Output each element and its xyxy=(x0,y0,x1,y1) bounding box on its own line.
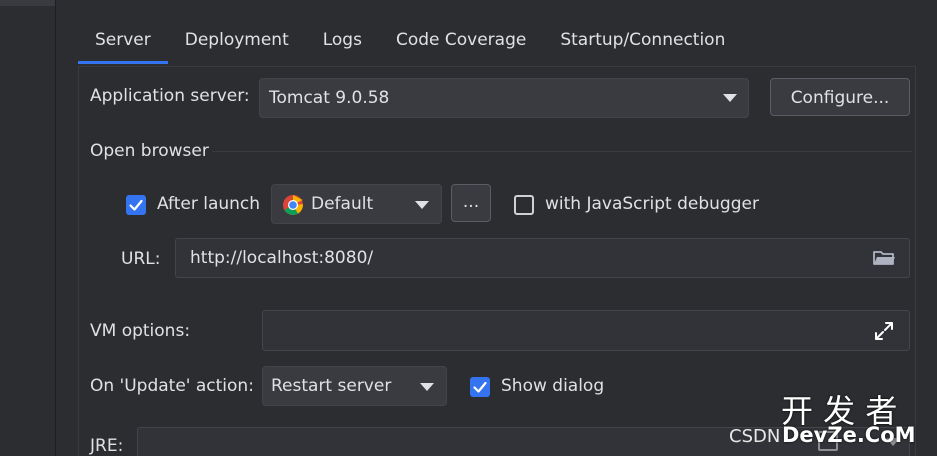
chevron-down-icon xyxy=(723,94,737,102)
show-dialog-checkbox[interactable] xyxy=(470,377,490,397)
chevron-down-icon xyxy=(420,383,434,391)
url-field[interactable]: http://localhost:8080/ xyxy=(175,238,910,278)
tab-logs[interactable]: Logs xyxy=(306,22,379,64)
application-server-select[interactable]: Tomcat 9.0.58 xyxy=(259,78,749,118)
section-separator xyxy=(212,151,912,152)
watermark-site: CSDN xyxy=(729,426,781,447)
jre-label: JRE: xyxy=(90,436,124,456)
configurations-sidebar[interactable] xyxy=(0,0,56,456)
application-server-value: Tomcat 9.0.58 xyxy=(269,88,390,108)
update-action-label: On 'Update' action: xyxy=(90,376,254,396)
js-debugger-checkbox[interactable] xyxy=(514,195,534,215)
sidebar-selected-row[interactable] xyxy=(0,0,55,6)
after-launch-label: After launch xyxy=(157,194,261,214)
checkmark-icon xyxy=(473,381,487,393)
update-action-select[interactable]: Restart server xyxy=(262,366,447,406)
tab-server[interactable]: Server xyxy=(78,22,168,64)
expand-icon[interactable] xyxy=(873,320,895,347)
configure-button[interactable]: Configure... xyxy=(770,78,910,116)
browser-select[interactable]: Default xyxy=(271,184,442,224)
url-label: URL: xyxy=(121,249,161,269)
checkmark-icon xyxy=(129,199,143,211)
vm-options-label: VM options: xyxy=(90,321,191,341)
tab-code-coverage[interactable]: Code Coverage xyxy=(379,22,543,64)
browser-value: Default xyxy=(311,194,374,214)
chrome-icon xyxy=(282,194,304,216)
js-debugger-label: with JavaScript debugger xyxy=(545,194,759,214)
url-value: http://localhost:8080/ xyxy=(190,248,374,268)
tab-deployment[interactable]: Deployment xyxy=(168,22,306,64)
show-dialog-label: Show dialog xyxy=(501,376,605,396)
tab-bar: Server Deployment Logs Code Coverage Sta… xyxy=(78,22,742,66)
tab-startup-connection[interactable]: Startup/Connection xyxy=(543,22,742,64)
chevron-down-icon xyxy=(415,201,429,209)
after-launch-checkbox[interactable] xyxy=(126,195,146,215)
run-configuration-window: Server Deployment Logs Code Coverage Sta… xyxy=(0,0,937,456)
open-browser-title: Open browser xyxy=(90,141,209,161)
vm-options-field[interactable] xyxy=(262,310,910,351)
watermark-brand-en: DevZe.CoM xyxy=(782,423,916,447)
browser-more-button[interactable]: ... xyxy=(451,184,491,222)
folder-icon[interactable] xyxy=(872,248,896,273)
update-action-value: Restart server xyxy=(271,376,392,396)
application-server-label: Application server: xyxy=(90,86,250,106)
